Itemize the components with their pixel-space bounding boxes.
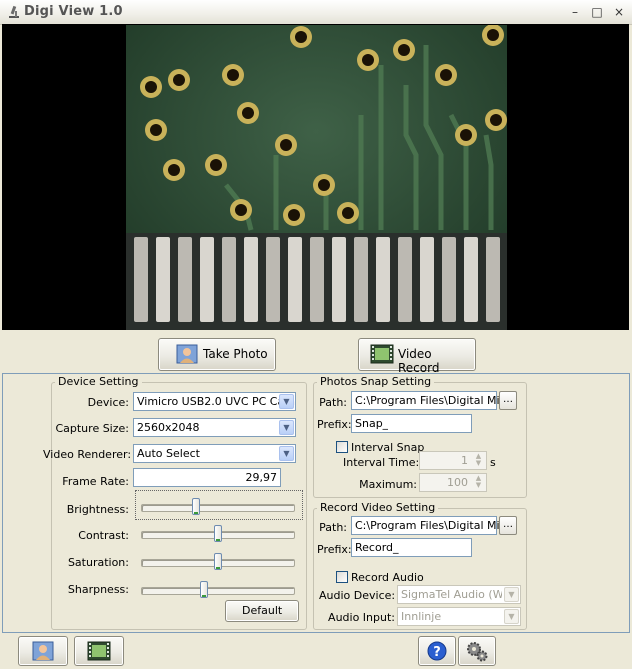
video-renderer-select[interactable]: Auto Select ▼	[133, 444, 296, 463]
interval-unit: s	[490, 456, 496, 469]
audio-input-value: Innlinje	[401, 610, 442, 623]
chevron-down-icon[interactable]: ▼	[504, 587, 519, 602]
frame-rate-field[interactable]: 29,97	[133, 468, 281, 487]
audio-device-select[interactable]: SigmaTel Audio (WDM ▼	[397, 585, 521, 604]
interval-snap-checkbox[interactable]	[336, 441, 348, 453]
photo-path-label: Path:	[319, 396, 347, 409]
video-browse-button[interactable]: …	[499, 516, 517, 535]
person-photo-icon	[176, 344, 198, 364]
chevron-down-icon[interactable]: ▼	[504, 609, 519, 624]
spin-arrows-icon[interactable]: ▲ ▼	[472, 475, 485, 490]
record-video-title: Record Video Setting	[317, 501, 439, 514]
take-photo-button[interactable]: Take Photo	[158, 338, 276, 371]
video-prefix-label: Prefix:	[317, 543, 352, 556]
record-audio-checkbox[interactable]	[336, 571, 348, 583]
audio-device-value: SigmaTel Audio (WDM	[401, 588, 502, 601]
help-button[interactable]: ?	[418, 636, 456, 666]
brightness-slider[interactable]	[141, 498, 295, 515]
photo-prefix-label: Prefix:	[317, 418, 352, 431]
help-icon: ?	[427, 641, 447, 661]
chevron-down-icon[interactable]: ▼	[279, 420, 294, 435]
brightness-thumb[interactable]	[192, 498, 200, 515]
sharpness-thumb[interactable]	[200, 581, 208, 598]
film-strip-icon	[87, 641, 111, 661]
interval-time-label: Interval Time:	[343, 456, 420, 469]
video-renderer-label: Video Renderer:	[43, 448, 132, 461]
audio-device-label: Audio Device:	[319, 589, 396, 602]
person-photo-icon	[32, 641, 54, 661]
microscope-icon	[9, 5, 19, 18]
maximum-field[interactable]: 100 ▲ ▼	[419, 473, 487, 492]
settings-panel: Device Setting Device: Vimicro USB2.0 UV…	[2, 373, 630, 633]
window-title: Digi View 1.0	[24, 4, 123, 19]
capture-size-select[interactable]: 2560x2048 ▼	[133, 418, 296, 437]
audio-input-label: Audio Input:	[328, 611, 395, 624]
device-setting-title: Device Setting	[55, 375, 142, 388]
video-mode-button[interactable]	[74, 636, 124, 666]
video-prefix-field[interactable]: Record_	[351, 538, 472, 557]
video-path-field[interactable]: C:\Program Files\Digital Micro	[351, 516, 517, 535]
gears-icon	[467, 642, 488, 662]
capture-size-label: Capture Size:	[55, 422, 129, 435]
saturation-label: Saturation:	[67, 556, 129, 569]
title-bar[interactable]: Digi View 1.0 – □ ×	[0, 0, 632, 25]
photo-prefix-value: Snap_	[355, 417, 389, 430]
video-record-button[interactable]: Video Record	[358, 338, 476, 375]
video-renderer-value: Auto Select	[137, 447, 200, 460]
video-path-value: C:\Program Files\Digital Micro	[355, 519, 517, 532]
chevron-down-icon[interactable]: ▼	[279, 446, 294, 461]
film-strip-icon	[370, 344, 394, 364]
audio-input-select[interactable]: Innlinje ▼	[397, 607, 521, 626]
frame-rate-label: Frame Rate:	[62, 475, 129, 488]
minimize-button[interactable]: –	[566, 4, 584, 20]
contrast-thumb[interactable]	[214, 525, 222, 542]
record-audio-label: Record Audio	[351, 571, 424, 584]
device-select[interactable]: Vimicro USB2.0 UVC PC Cam ▼	[133, 392, 296, 411]
default-button[interactable]: Default	[225, 600, 299, 622]
sharpness-slider[interactable]	[141, 581, 295, 598]
chevron-down-icon[interactable]: ▼	[279, 394, 294, 409]
saturation-slider[interactable]	[141, 553, 295, 570]
capture-size-value: 2560x2048	[137, 421, 200, 434]
close-button[interactable]: ×	[610, 4, 628, 20]
default-label: Default	[242, 604, 283, 617]
photo-mode-button[interactable]	[18, 636, 68, 666]
sharpness-label: Sharpness:	[67, 583, 129, 596]
interval-time-value: 1	[461, 454, 468, 467]
maximize-button[interactable]: □	[588, 4, 606, 20]
interval-time-field[interactable]: 1 ▲ ▼	[419, 451, 487, 470]
photos-snap-title: Photos Snap Setting	[317, 375, 435, 388]
spin-arrows-icon[interactable]: ▲ ▼	[472, 453, 485, 468]
video-prefix-value: Record_	[355, 541, 399, 554]
device-value: Vimicro USB2.0 UVC PC Cam	[137, 395, 295, 408]
interval-snap-label: Interval Snap	[351, 441, 425, 454]
contrast-slider[interactable]	[141, 525, 295, 542]
photo-path-value: C:\Program Files\Digital Micro	[355, 394, 517, 407]
photo-prefix-field[interactable]: Snap_	[351, 414, 472, 433]
bottom-toolbar: ?	[0, 633, 632, 669]
maximum-label: Maximum:	[359, 478, 417, 491]
video-path-label: Path:	[319, 521, 347, 534]
brightness-label: Brightness:	[66, 503, 129, 516]
photo-browse-button[interactable]: …	[499, 391, 517, 410]
device-label: Device:	[87, 396, 129, 409]
svg-text:?: ?	[433, 645, 441, 660]
microscope-image	[126, 25, 507, 330]
frame-rate-value: 29,97	[245, 471, 278, 484]
contrast-label: Contrast:	[78, 529, 129, 542]
photo-path-field[interactable]: C:\Program Files\Digital Micro	[351, 391, 517, 410]
take-photo-label: Take Photo	[203, 347, 268, 361]
maximum-value: 100	[447, 476, 468, 489]
settings-button[interactable]	[458, 636, 496, 666]
saturation-thumb[interactable]	[214, 553, 222, 570]
video-record-label: Video Record	[398, 347, 440, 375]
